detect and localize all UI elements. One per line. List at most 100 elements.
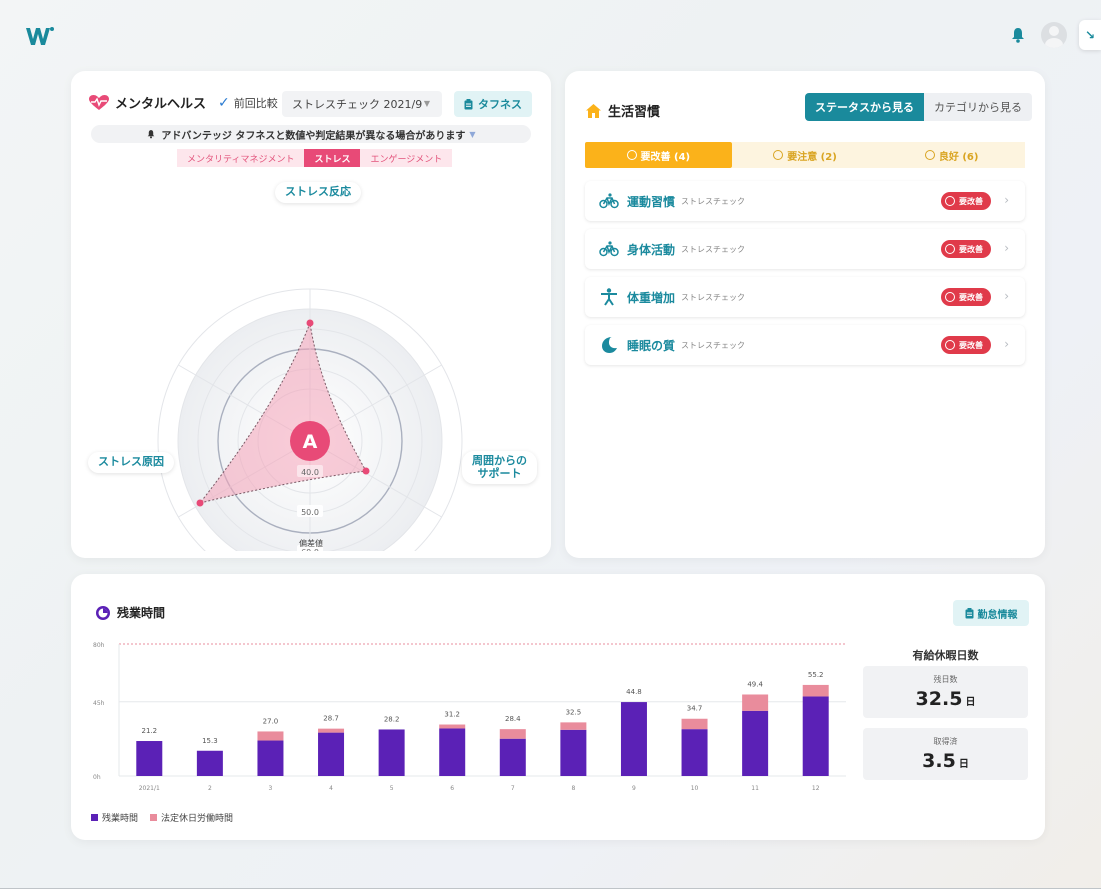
bar-overtime[interactable] xyxy=(378,729,405,776)
attendance-button[interactable]: 勤怠情報 xyxy=(953,600,1029,626)
clock-icon xyxy=(96,605,110,620)
select-value: ストレスチェック 2021/9 xyxy=(292,98,423,111)
x-tick-label: 2021/1 xyxy=(139,785,160,792)
x-tick-label: 2 xyxy=(208,785,212,792)
bar-holiday[interactable] xyxy=(499,729,526,739)
legend-overtime[interactable]: 残業時間 xyxy=(91,811,138,824)
radar-point xyxy=(362,467,370,475)
tab-label: 要注意 (2) xyxy=(787,151,837,163)
ring-unit-label: 偏差値 xyxy=(299,539,323,548)
bar-overtime[interactable] xyxy=(560,729,587,776)
chevron-down-icon: ▼ xyxy=(469,129,476,139)
tab-needs-improvement[interactable]: 要改善 (4) xyxy=(585,142,732,168)
bar-overtime[interactable] xyxy=(257,740,284,776)
bar-value-label: 49.4 xyxy=(747,680,763,688)
overtime-chart: 0h 45h 80h 21.2 2021/1 15.3 2 27.0 3 28.7 4 28.2 5 31… xyxy=(93,642,846,792)
chevron-right-icon: › xyxy=(1004,289,1009,303)
axis-stress-reaction[interactable]: ストレス反応 xyxy=(275,182,361,203)
bar-overtime[interactable] xyxy=(802,696,829,776)
badge-label: 要改善 xyxy=(959,340,983,350)
x-tick-label: 5 xyxy=(390,785,394,792)
x-tick-label: 12 xyxy=(812,785,820,792)
ring-label: 50.0 xyxy=(301,508,319,517)
attendance-label: 勤怠情報 xyxy=(977,609,1018,621)
bar-holiday[interactable] xyxy=(681,718,708,730)
bar-value-label: 44.8 xyxy=(626,688,642,696)
taken-label: 取得済 xyxy=(933,737,958,746)
neutral-face-icon xyxy=(773,150,784,160)
bell-icon[interactable] xyxy=(1009,26,1027,44)
tab-engagement[interactable]: エンゲージメント xyxy=(360,149,453,167)
badge-label: 要改善 xyxy=(959,292,983,302)
bar-overtime[interactable] xyxy=(196,750,223,776)
overtime-title: 残業時間 xyxy=(117,606,166,620)
habit-item-activity[interactable]: 身体活動 ストレスチェック 要改善 › xyxy=(585,229,1025,269)
status-badge: 要改善 xyxy=(941,240,991,258)
toughness-button[interactable]: タフネス xyxy=(454,91,532,117)
bar-value-label: 28.2 xyxy=(384,715,400,723)
view-toggle: ステータスから見る カテゴリから見る xyxy=(805,93,1032,121)
bar-holiday[interactable] xyxy=(439,724,466,729)
axis-stress-cause[interactable]: ストレス原因 xyxy=(88,452,174,473)
bar-value-label: 32.5 xyxy=(566,708,582,716)
x-tick-label: 11 xyxy=(751,785,759,792)
x-tick-label: 10 xyxy=(691,785,699,792)
tab-good[interactable]: 良好 (6) xyxy=(878,142,1026,168)
view-by-category-button[interactable]: カテゴリから見る xyxy=(924,93,1032,121)
tab-mentality[interactable]: メンタリティマネジメント xyxy=(177,149,305,167)
habit-name: 睡眠の質 xyxy=(627,338,676,353)
notice-banner[interactable]: アドバンテッジ タフネスと数値や判定結果が異なる場合があります ▼ xyxy=(91,125,531,143)
habit-source: ストレスチェック xyxy=(681,340,746,350)
badge-label: 要改善 xyxy=(959,196,983,206)
legend-holiday[interactable]: 法定休日労働時間 xyxy=(150,811,233,824)
view-by-status-button[interactable]: ステータスから見る xyxy=(805,93,924,121)
legend-label: 残業時間 xyxy=(102,814,139,824)
chevron-right-icon: › xyxy=(1004,337,1009,351)
habit-item-exercise[interactable]: 運動習慣 ストレスチェック 要改善 › xyxy=(585,181,1025,221)
stresscheck-select[interactable]: ストレスチェック 2021/9 ▼ xyxy=(282,91,442,117)
tab-caution[interactable]: 要注意 (2) xyxy=(731,142,879,168)
remaining-leave-box: 残日数 32.5 日 xyxy=(863,666,1028,718)
bar-value-label: 28.4 xyxy=(505,715,521,723)
remaining-value: 32.5 xyxy=(915,688,963,710)
bar-overtime[interactable] xyxy=(439,728,466,776)
y-tick-label: 45h xyxy=(93,700,105,707)
y-tick-label: 0h xyxy=(93,774,101,781)
paid-leave-title: 有給休暇日数 xyxy=(912,649,979,662)
logo[interactable] xyxy=(24,25,54,49)
bar-holiday[interactable] xyxy=(742,694,769,711)
habit-item-weight[interactable]: 体重増加 ストレスチェック 要改善 › xyxy=(585,277,1025,317)
axis-support[interactable]: 周囲からの サポート xyxy=(462,451,537,485)
compare-checkbox[interactable]: ✓ xyxy=(218,95,230,111)
bar-overtime[interactable] xyxy=(742,710,769,776)
radar-chart: 30.040.050.060.070.0 A xyxy=(157,288,463,551)
x-tick-label: 3 xyxy=(269,785,273,792)
sad-face-icon xyxy=(945,244,955,254)
bar-overtime[interactable] xyxy=(681,729,708,776)
bar-value-label: 28.7 xyxy=(323,715,339,723)
badge-label: 要改善 xyxy=(959,244,983,254)
side-toggle-button[interactable]: ↘ xyxy=(1079,20,1101,50)
bar-holiday[interactable] xyxy=(802,684,829,697)
overtime-header: 残業時間 xyxy=(95,604,165,621)
tab-stress[interactable]: ストレス xyxy=(304,149,361,167)
bar-holiday[interactable] xyxy=(257,731,284,741)
bar-overtime[interactable] xyxy=(620,702,647,776)
status-badge: 要改善 xyxy=(941,192,991,210)
bicycle-icon xyxy=(599,193,619,209)
avatar[interactable] xyxy=(1041,22,1067,48)
bar-overtime[interactable] xyxy=(499,738,526,776)
taken-leave-box: 取得済 3.5 日 xyxy=(863,728,1028,780)
bar-overtime[interactable] xyxy=(136,741,163,776)
habit-name: 身体活動 xyxy=(627,242,676,257)
habit-item-sleep[interactable]: 睡眠の質 ストレスチェック 要改善 › xyxy=(585,325,1025,365)
chevron-down-icon: ▼ xyxy=(423,99,430,108)
remaining-label: 残日数 xyxy=(933,675,958,684)
moon-icon xyxy=(602,337,617,353)
life-habits-header: 生活習慣 xyxy=(585,101,660,120)
x-tick-label: 6 xyxy=(450,785,454,792)
bar-holiday[interactable] xyxy=(560,722,587,730)
bar-overtime[interactable] xyxy=(318,732,345,776)
bar-holiday[interactable] xyxy=(318,728,345,733)
grade-text: A xyxy=(303,431,318,453)
